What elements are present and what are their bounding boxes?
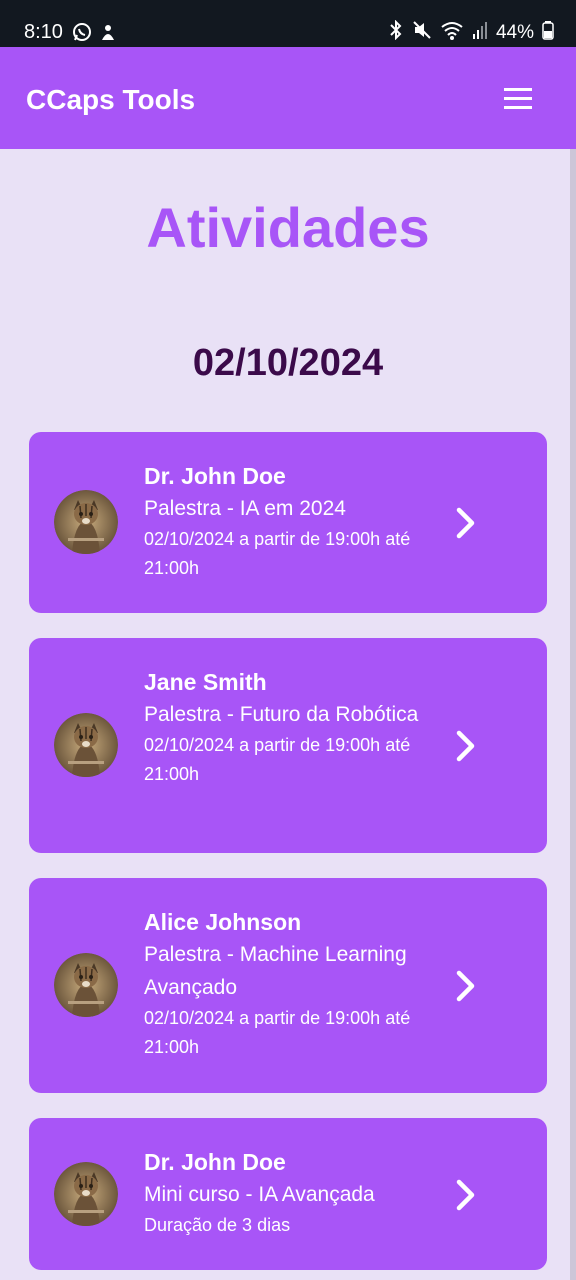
activity-card[interactable]: Dr. John Doe Mini curso - IA Avançada Du… — [29, 1118, 547, 1270]
avatar — [54, 1162, 118, 1226]
avatar — [54, 490, 118, 554]
wifi-icon — [440, 20, 464, 45]
hamburger-menu-icon — [504, 88, 532, 109]
cat-avatar-icon — [54, 953, 118, 1017]
activity-card[interactable]: Alice Johnson Palestra - Machine Learnin… — [29, 878, 547, 1093]
activity-card-text: Dr. John Doe Palestra - IA em 2024 02/10… — [144, 460, 434, 583]
battery-percentage: 44% — [495, 21, 534, 43]
speaker-name: Dr. John Doe — [144, 463, 286, 489]
activity-title: Palestra - Machine Learning Avançado — [144, 943, 407, 999]
whatsapp-icon — [72, 22, 92, 47]
signal-icon — [472, 20, 488, 45]
cat-avatar-icon — [54, 713, 118, 777]
activity-card-text: Jane Smith Palestra - Futuro da Robótica… — [144, 666, 434, 789]
speaker-name: Alice Johnson — [144, 909, 302, 935]
page-title: Atividades — [146, 196, 430, 259]
activity-card-text: Alice Johnson Palestra - Machine Learnin… — [144, 906, 434, 1062]
activity-title: Mini curso - IA Avançada — [144, 1183, 375, 1206]
mute-icon — [412, 20, 432, 45]
chevron-right-icon[interactable] — [455, 506, 477, 540]
status-bar: 8:10 44% — [0, 0, 576, 47]
activity-schedule: Duração de 3 dias — [144, 1215, 291, 1235]
avatar — [54, 713, 118, 777]
activity-card[interactable]: Jane Smith Palestra - Futuro da Robótica… — [29, 638, 547, 853]
activity-title: Palestra - Futuro da Robótica — [144, 703, 419, 726]
speaker-name: Jane Smith — [144, 669, 267, 695]
status-right-group: 44% — [388, 19, 554, 45]
chevron-right-icon[interactable] — [455, 729, 477, 763]
hamburger-menu-button[interactable] — [504, 85, 532, 111]
activity-schedule: 02/10/2024 a partir de 19:00h até 21:00h — [144, 1008, 411, 1057]
status-time: 8:10 — [24, 21, 63, 43]
activity-title: Palestra - IA em 2024 — [144, 497, 346, 520]
bluetooth-icon — [388, 19, 404, 45]
chevron-right-icon[interactable] — [455, 1178, 477, 1212]
activity-card-text: Dr. John Doe Mini curso - IA Avançada Du… — [144, 1146, 434, 1240]
activity-schedule: 02/10/2024 a partir de 19:00h até 21:00h — [144, 735, 411, 784]
speaker-name: Dr. John Doe — [144, 1149, 286, 1175]
activity-card[interactable]: Dr. John Doe Palestra - IA em 2024 02/10… — [29, 432, 547, 613]
notification-app-icon — [98, 22, 118, 47]
cat-avatar-icon — [54, 490, 118, 554]
battery-icon — [542, 20, 554, 45]
status-left-icons — [72, 22, 118, 47]
chevron-right-icon[interactable] — [455, 969, 477, 1003]
cat-avatar-icon — [54, 1162, 118, 1226]
scrollbar[interactable] — [570, 149, 576, 1280]
app-title: CCaps Tools — [26, 84, 196, 115]
date-heading: 02/10/2024 — [192, 342, 384, 384]
app-bar: CCaps Tools — [0, 47, 576, 149]
activity-schedule: 02/10/2024 a partir de 19:00h até 21:00h — [144, 529, 411, 578]
avatar — [54, 953, 118, 1017]
